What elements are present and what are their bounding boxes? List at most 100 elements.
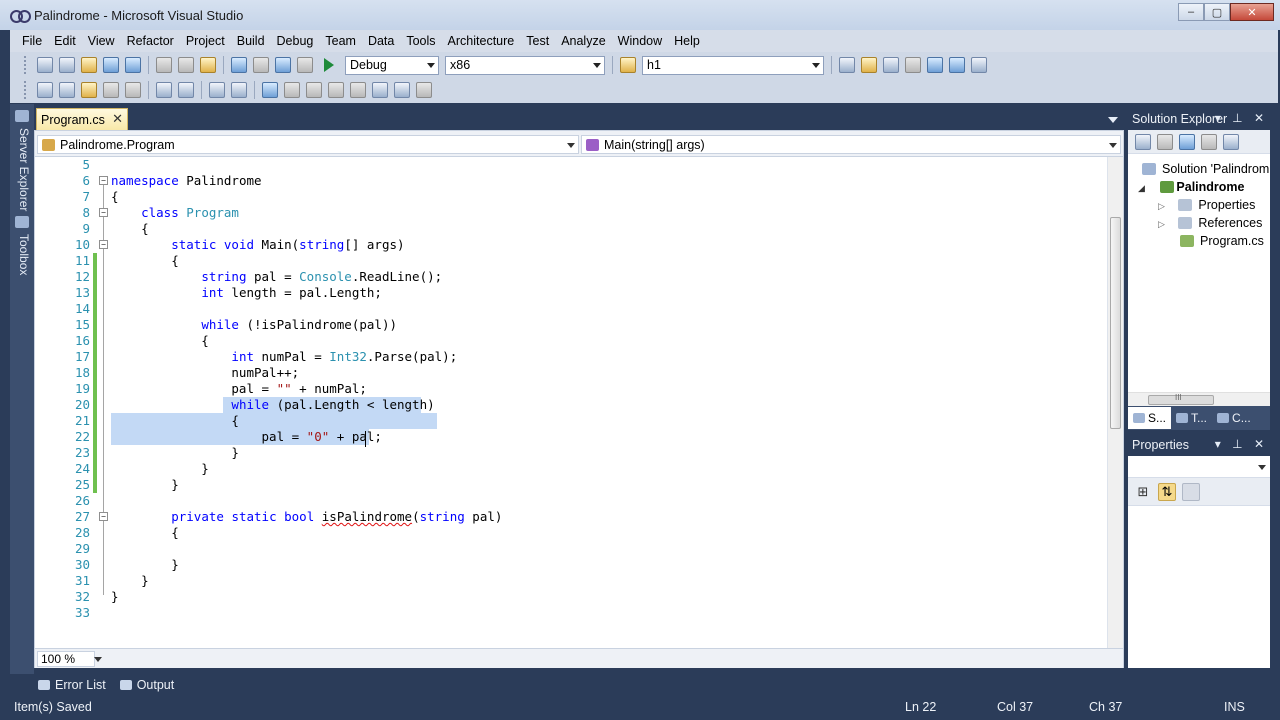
menu-architecture[interactable]: Architecture <box>442 34 521 48</box>
categorized-icon[interactable]: ⊞ <box>1134 483 1152 501</box>
menu-help[interactable]: Help <box>668 34 706 48</box>
tree-item-program-cs[interactable]: Program.cs <box>1180 232 1264 250</box>
vertical-scrollbar-thumb[interactable] <box>1110 217 1121 429</box>
menu-edit[interactable]: Edit <box>48 34 82 48</box>
server-explorer-tab[interactable]: Server Explorer <box>13 128 31 211</box>
collapse-toggle-icon[interactable]: − <box>99 176 108 185</box>
menu-test[interactable]: Test <box>520 34 555 48</box>
menu-data[interactable]: Data <box>362 34 400 48</box>
menu-debug[interactable]: Debug <box>271 34 320 48</box>
tab-team-explorer[interactable]: T... <box>1171 411 1212 425</box>
toolbox-icon[interactable] <box>905 57 921 73</box>
navigate-forward-icon[interactable] <box>297 57 313 73</box>
horizontal-scrollbar-thumb[interactable]: III <box>1148 393 1214 405</box>
undo-icon[interactable] <box>231 57 247 73</box>
next-bookmark-icon[interactable] <box>306 82 322 98</box>
copy-icon[interactable] <box>178 57 194 73</box>
start-debugging-icon[interactable] <box>324 58 334 72</box>
toolbox-tab[interactable]: Toolbox <box>13 234 31 275</box>
cut-icon[interactable] <box>156 57 172 73</box>
toolbar-grip[interactable] <box>24 81 28 99</box>
navigate-backward-icon[interactable] <box>275 57 291 73</box>
vertical-scrollbar[interactable] <box>1107 157 1123 648</box>
toolbox-tab-icon[interactable] <box>15 216 29 228</box>
tree-item-project[interactable]: ◢ Palindrome <box>1138 178 1244 196</box>
maximize-button[interactable]: ▢ <box>1204 3 1230 21</box>
menu-project[interactable]: Project <box>180 34 231 48</box>
object-browser-icon[interactable] <box>883 57 899 73</box>
command-window-icon[interactable] <box>971 57 987 73</box>
toolbar-grip[interactable] <box>24 56 28 74</box>
horizontal-scrollbar[interactable]: III <box>1128 392 1270 406</box>
collapse-toggle-icon[interactable]: − <box>99 240 108 249</box>
display-completion-list-icon[interactable] <box>125 82 141 98</box>
toggle-bookmark-icon[interactable] <box>262 82 278 98</box>
alphabetical-icon[interactable]: ⇅ <box>1158 482 1176 501</box>
object-selector-combo[interactable] <box>1128 456 1270 478</box>
show-all-files-icon[interactable] <box>1157 133 1173 150</box>
decrease-indent-icon[interactable] <box>156 82 172 98</box>
open-file-icon[interactable] <box>81 57 97 73</box>
types-combo[interactable]: Palindrome.Program <box>37 135 579 154</box>
menu-team[interactable]: Team <box>319 34 362 48</box>
properties-window-icon[interactable] <box>861 57 877 73</box>
comment-out-icon[interactable] <box>209 82 225 98</box>
menu-build[interactable]: Build <box>231 34 271 48</box>
solution-platform-combo[interactable]: x86 <box>445 55 605 75</box>
uncomment-icon[interactable] <box>231 82 247 98</box>
collapse-toggle-icon[interactable]: − <box>99 208 108 217</box>
find-in-files-icon[interactable] <box>620 57 636 73</box>
menu-analyze[interactable]: Analyze <box>555 34 611 48</box>
new-project-icon[interactable] <box>37 57 53 73</box>
close-tab-icon[interactable]: ✕ <box>112 111 123 127</box>
redo-icon[interactable] <box>253 57 269 73</box>
menu-view[interactable]: View <box>82 34 121 48</box>
members-combo[interactable]: Main(string[] args) <box>581 135 1121 154</box>
tab-error-list[interactable]: Error List <box>34 678 106 692</box>
collapsed-arrow-icon[interactable]: ▷ <box>1158 201 1165 211</box>
previous-bookmark-in-folder-icon[interactable] <box>328 82 344 98</box>
menu-window[interactable]: Window <box>612 34 668 48</box>
tab-program-cs[interactable]: Program.cs ✕ <box>36 108 128 130</box>
expanded-arrow-icon[interactable]: ◢ <box>1138 183 1145 193</box>
save-icon[interactable] <box>103 57 119 73</box>
collapsed-arrow-icon[interactable]: ▷ <box>1158 219 1165 229</box>
display-word-completion-icon[interactable] <box>103 82 119 98</box>
solution-explorer-icon[interactable] <box>839 57 855 73</box>
next-bookmark-in-document-icon[interactable] <box>394 82 410 98</box>
zoom-combo[interactable]: 100 % <box>37 650 102 667</box>
save-all-icon[interactable] <box>125 57 141 73</box>
tab-solution-explorer[interactable]: S... <box>1128 407 1172 429</box>
refresh-icon[interactable] <box>1179 133 1195 150</box>
active-files-dropdown-icon[interactable] <box>1108 117 1118 123</box>
start-page-icon[interactable] <box>927 57 943 73</box>
tree-item-references[interactable]: ▷ References <box>1158 214 1262 232</box>
tree-item-properties[interactable]: ▷ Properties <box>1158 196 1255 214</box>
menu-refactor[interactable]: Refactor <box>121 34 180 48</box>
tab-output[interactable]: Output <box>116 678 174 692</box>
server-explorer-icon[interactable] <box>15 110 29 122</box>
increase-indent-icon[interactable] <box>178 82 194 98</box>
extension-manager-icon[interactable] <box>949 57 965 73</box>
paste-icon[interactable] <box>200 57 216 73</box>
close-button[interactable]: ✕ <box>1230 3 1274 21</box>
menu-tools[interactable]: Tools <box>400 34 441 48</box>
display-parameter-info-icon[interactable] <box>59 82 75 98</box>
tree-item-solution[interactable]: Solution 'Palindrom <box>1142 160 1269 178</box>
code-area[interactable]: 5 6− namespace Palindrome 7{8− class Progra… <box>35 157 1107 648</box>
add-item-icon[interactable] <box>59 57 75 73</box>
clear-bookmarks-icon[interactable] <box>416 82 432 98</box>
panel-controls[interactable]: ▾ ⊥ ✕ <box>1215 437 1268 451</box>
properties-icon[interactable] <box>1135 133 1151 150</box>
property-pages-icon[interactable] <box>1182 482 1200 501</box>
previous-bookmark-icon[interactable] <box>284 82 300 98</box>
display-object-member-list-icon[interactable] <box>37 82 53 98</box>
panel-controls[interactable]: ▾ ⊥ ✕ <box>1215 111 1268 125</box>
minimize-button[interactable]: – <box>1178 3 1204 21</box>
collapse-toggle-icon[interactable]: − <box>99 512 108 521</box>
view-code-icon[interactable] <box>1201 133 1217 150</box>
tab-class-view[interactable]: C... <box>1212 411 1256 425</box>
previous-bookmark-in-document-icon[interactable] <box>372 82 388 98</box>
view-class-diagram-icon[interactable] <box>1223 133 1239 150</box>
find-combo[interactable]: h1 <box>642 55 824 75</box>
